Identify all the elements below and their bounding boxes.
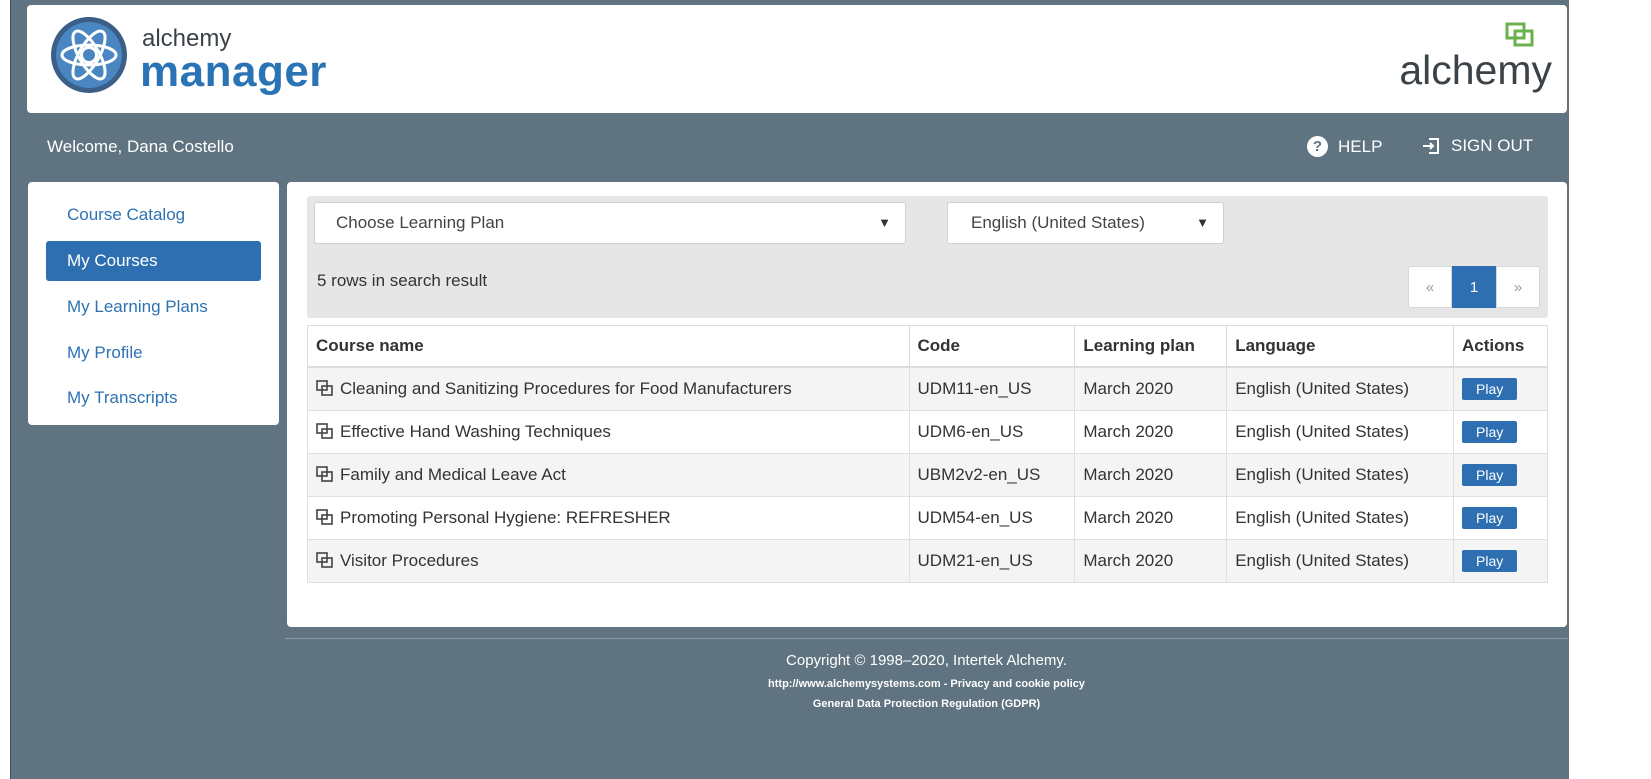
course-icon	[316, 552, 333, 568]
course-language: English (United States)	[1226, 453, 1455, 497]
course-learning-plan: March 2020	[1074, 539, 1228, 583]
result-count: 5 rows in search result	[317, 271, 488, 290]
course-code: UDM21-en_US	[908, 539, 1076, 583]
table-row: Cleaning and Sanitizing Procedures for F…	[307, 366, 1548, 411]
course-name: Family and Medical Leave Act	[340, 465, 566, 484]
sign-out-icon	[1423, 138, 1439, 154]
course-name: Cleaning and Sanitizing Procedures for F…	[340, 379, 792, 398]
course-language: English (United States)	[1226, 539, 1455, 583]
course-language: English (United States)	[1226, 366, 1455, 411]
table-header-row: Course name Code Learning plan Language …	[307, 325, 1548, 368]
welcome-text: Welcome, Dana Costello	[47, 137, 234, 156]
play-button[interactable]: Play	[1462, 550, 1518, 572]
sidebar: Course Catalog My Courses My Learning Pl…	[28, 182, 279, 425]
course-icon	[316, 509, 333, 525]
privacy-link[interactable]: Privacy and cookie policy	[950, 678, 1085, 690]
course-name: Promoting Personal Hygiene: REFRESHER	[340, 508, 671, 527]
learning-plan-select[interactable]: Choose Learning Plan ▼	[314, 202, 906, 244]
column-header-course-name[interactable]: Course name	[307, 325, 910, 368]
course-icon	[316, 380, 333, 396]
courses-table: Course name Code Learning plan Language …	[307, 325, 1548, 583]
course-name-cell[interactable]: Visitor Procedures	[307, 539, 910, 583]
column-header-actions: Actions	[1453, 325, 1548, 368]
chevron-down-icon: ▼	[1196, 215, 1209, 230]
course-code: UDM54-en_US	[908, 496, 1076, 540]
course-actions: Play	[1453, 366, 1548, 411]
course-icon	[316, 466, 333, 482]
signout-label: SIGN OUT	[1451, 136, 1534, 155]
course-code: UDM11-en_US	[908, 366, 1076, 411]
sidebar-item-my-courses[interactable]: My Courses	[46, 241, 261, 281]
filter-bar: Choose Learning Plan ▼ English (United S…	[307, 196, 1548, 318]
footer: Copyright © 1998–2020, Intertek Alchemy.…	[285, 650, 1568, 714]
help-label: HELP	[1338, 136, 1383, 156]
course-name: Visitor Procedures	[340, 551, 479, 570]
sidebar-item-my-learning-plans[interactable]: My Learning Plans	[46, 287, 261, 327]
footer-separator: -	[940, 678, 951, 690]
play-button[interactable]: Play	[1462, 421, 1518, 443]
play-button[interactable]: Play	[1462, 378, 1518, 400]
alchemy-manager-logo-icon	[51, 17, 127, 93]
play-button[interactable]: Play	[1462, 507, 1518, 529]
course-learning-plan: March 2020	[1074, 410, 1228, 454]
course-actions: Play	[1453, 453, 1548, 497]
table-row: Effective Hand Washing Techniques UDM6-e…	[307, 410, 1548, 454]
course-code: UDM6-en_US	[908, 410, 1076, 454]
table-row: Visitor Procedures UDM21-en_US March 202…	[307, 539, 1548, 583]
header: alchemy manager alchemy	[27, 5, 1567, 113]
sidebar-item-my-transcripts[interactable]: My Transcripts	[46, 378, 261, 418]
play-button[interactable]: Play	[1462, 464, 1518, 486]
learning-plan-select-value: Choose Learning Plan	[336, 213, 505, 232]
course-name-cell[interactable]: Family and Medical Leave Act	[307, 453, 910, 497]
course-language: English (United States)	[1226, 496, 1455, 540]
pagination-next[interactable]: »	[1496, 266, 1540, 308]
logo-title: manager	[140, 47, 327, 96]
language-select[interactable]: English (United States) ▼	[947, 202, 1224, 244]
footer-links: http://www.alchemysystems.com - Privacy …	[285, 674, 1568, 694]
column-header-code[interactable]: Code	[908, 325, 1076, 368]
copyright-text: Copyright © 1998–2020, Intertek Alchemy.	[786, 652, 1067, 669]
table-row: Family and Medical Leave Act UBM2v2-en_U…	[307, 453, 1548, 497]
main-panel: Choose Learning Plan ▼ English (United S…	[287, 182, 1567, 627]
table-row: Promoting Personal Hygiene: REFRESHER UD…	[307, 496, 1548, 540]
course-code: UBM2v2-en_US	[908, 453, 1076, 497]
course-name: Effective Hand Washing Techniques	[340, 422, 611, 441]
sidebar-item-course-catalog[interactable]: Course Catalog	[46, 195, 261, 235]
site-link[interactable]: http://www.alchemysystems.com	[768, 678, 941, 690]
course-language: English (United States)	[1226, 410, 1455, 454]
course-learning-plan: March 2020	[1074, 453, 1228, 497]
course-actions: Play	[1453, 410, 1548, 454]
footer-divider	[285, 638, 1568, 639]
course-name-cell[interactable]: Cleaning and Sanitizing Procedures for F…	[307, 366, 910, 411]
alchemy-brand-icon	[1505, 22, 1534, 47]
course-name-cell[interactable]: Effective Hand Washing Techniques	[307, 410, 910, 454]
help-link[interactable]: ? HELP	[1307, 136, 1382, 157]
column-header-language[interactable]: Language	[1226, 325, 1455, 368]
course-name-cell[interactable]: Promoting Personal Hygiene: REFRESHER	[307, 496, 910, 540]
footer-links-2: General Data Protection Regulation (GDPR…	[285, 694, 1568, 714]
brand-wordmark: alchemy	[1399, 47, 1552, 93]
course-actions: Play	[1453, 496, 1548, 540]
sidebar-item-my-profile[interactable]: My Profile	[46, 333, 261, 373]
chevron-down-icon: ▼	[878, 215, 891, 230]
column-header-learning-plan[interactable]: Learning plan	[1074, 325, 1228, 368]
course-learning-plan: March 2020	[1074, 496, 1228, 540]
course-actions: Play	[1453, 539, 1548, 583]
pagination: « 1 »	[1408, 266, 1540, 308]
signout-link[interactable]: SIGN OUT	[1421, 136, 1533, 156]
language-select-value: English (United States)	[971, 213, 1145, 232]
gdpr-link[interactable]: General Data Protection Regulation (GDPR…	[813, 698, 1040, 710]
course-learning-plan: March 2020	[1074, 366, 1228, 411]
pagination-prev[interactable]: «	[1408, 266, 1452, 308]
pagination-page-1[interactable]: 1	[1452, 266, 1496, 308]
help-icon: ?	[1307, 136, 1328, 157]
course-icon	[316, 423, 333, 439]
